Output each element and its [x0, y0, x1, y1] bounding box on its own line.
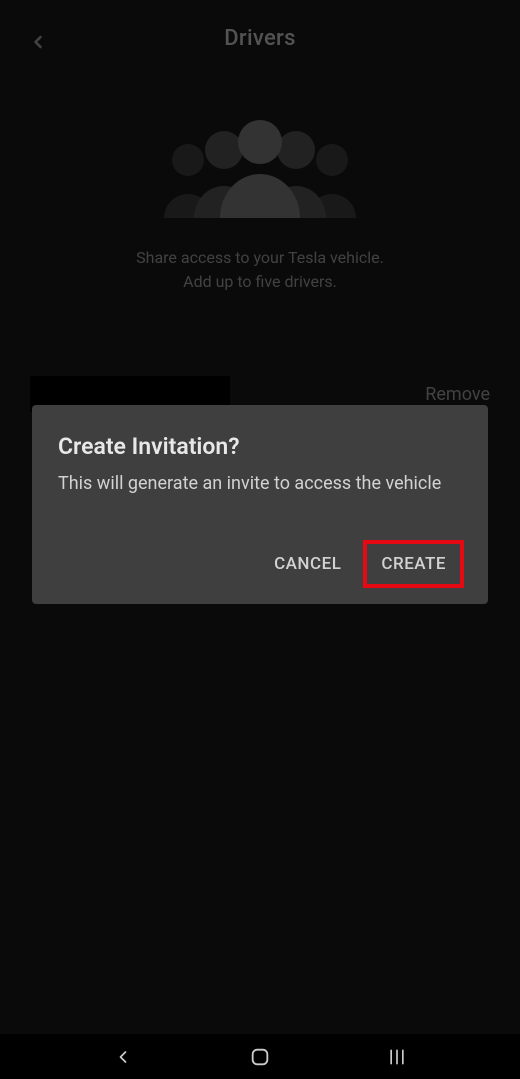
dialog-actions: CANCEL CREATE — [58, 542, 462, 586]
nav-recent-button[interactable] — [384, 1044, 410, 1070]
system-nav-bar — [0, 1034, 520, 1079]
home-icon — [249, 1046, 271, 1068]
dialog-body: This will generate an invite to access t… — [58, 472, 462, 496]
create-button[interactable]: CREATE — [365, 542, 462, 586]
create-invitation-dialog: Create Invitation? This will generate an… — [32, 405, 488, 604]
cancel-button[interactable]: CANCEL — [258, 542, 357, 586]
chevron-left-icon — [113, 1047, 133, 1067]
nav-back-button[interactable] — [110, 1044, 136, 1070]
recent-apps-icon — [386, 1047, 408, 1067]
dialog-title: Create Invitation? — [58, 433, 462, 460]
nav-home-button[interactable] — [247, 1044, 273, 1070]
